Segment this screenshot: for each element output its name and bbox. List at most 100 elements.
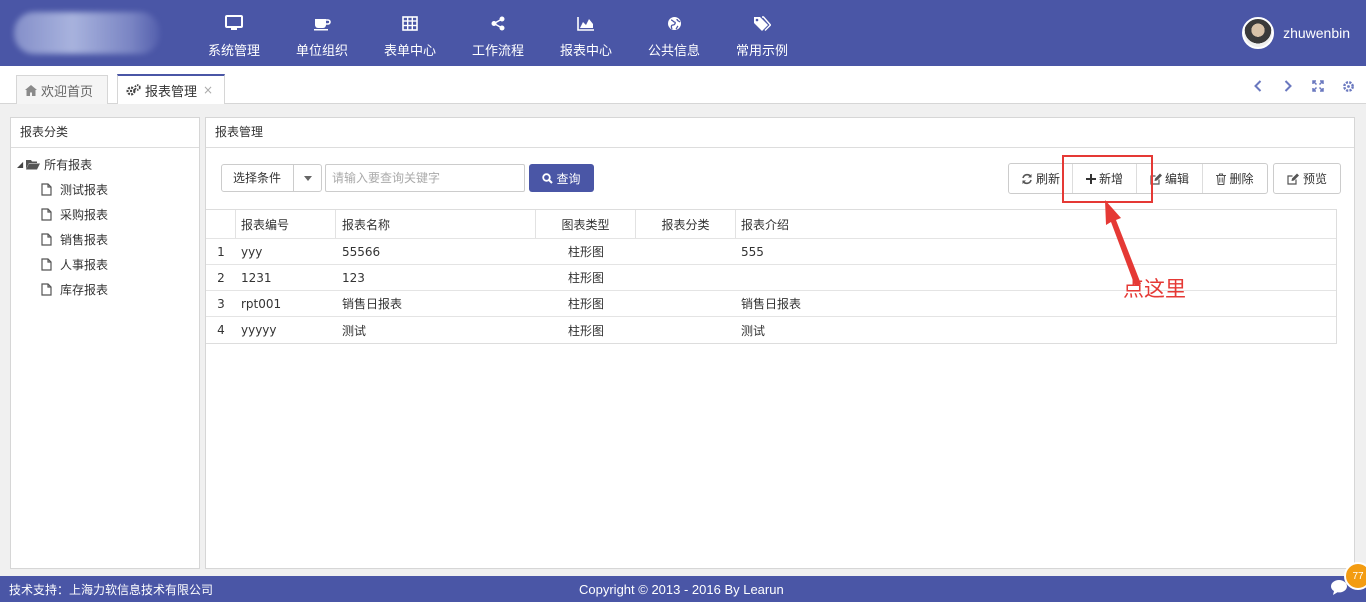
tree-item-label: 采购报表 (60, 208, 109, 222)
caret-down-icon[interactable] (294, 175, 321, 181)
table-row[interactable]: 4 yyyyy 测试 柱形图 测试 (206, 317, 1336, 343)
tree-item-purchase-report[interactable]: 采购报表 (11, 202, 199, 227)
report-category (636, 239, 736, 264)
annotation-text: 点这里 (1123, 277, 1186, 301)
tab-report-management[interactable]: 报表管理 × (117, 74, 225, 104)
column-header[interactable]: 报表介绍 (736, 210, 1336, 238)
row-number: 1 (217, 244, 225, 259)
copyright-text: Copyright © 2013 - 2016 By Learun (579, 581, 784, 597)
tree-item-test-report[interactable]: 测试报表 (11, 177, 199, 202)
report-category (636, 317, 736, 343)
column-header[interactable]: 报表编号 (236, 210, 336, 238)
tab-tools (1250, 78, 1356, 94)
report-name: 123 (342, 270, 365, 285)
report-intro: 555 (741, 244, 764, 259)
refresh-icon (1021, 173, 1033, 185)
support-text: 技术支持：上海力软信息技术有限公司 (9, 582, 214, 597)
panel-title: 报表分类 (11, 118, 199, 148)
nav-item-forms[interactable]: 表单中心 (366, 0, 454, 66)
main-nav: 系统管理 单位组织 表单中心 工作流程 报表中心 公共信息 常用示例 (190, 0, 806, 66)
column-header[interactable]: 报表分类 (636, 210, 736, 238)
edit-icon (1287, 173, 1299, 185)
notification-badge[interactable]: 77 (1344, 562, 1366, 590)
report-code: rpt001 (241, 296, 282, 311)
category-panel: 报表分类 ◢ 所有报表 测试报表 采购报表 销售报表 人事报表 库存报表 (10, 117, 200, 569)
tab-welcome[interactable]: 欢迎首页 (16, 75, 108, 104)
user-menu[interactable]: zhuwenbin (1242, 17, 1350, 49)
table-row[interactable]: 1 yyy 55566 柱形图 555 (206, 239, 1336, 265)
logo[interactable] (14, 12, 160, 54)
trash-icon (1216, 172, 1227, 185)
nav-item-label: 系统管理 (207, 44, 260, 59)
tree-item-inventory-report[interactable]: 库存报表 (11, 277, 199, 302)
area-chart-icon (577, 14, 595, 32)
file-icon (41, 183, 52, 196)
tree-item-label: 库存报表 (60, 283, 109, 297)
globe-icon (667, 14, 682, 32)
close-icon[interactable]: × (203, 83, 213, 97)
avatar[interactable] (1242, 17, 1275, 49)
preview-button[interactable]: 预览 (1273, 163, 1341, 194)
tree-item-label: 人事报表 (60, 258, 109, 272)
report-category (636, 291, 736, 316)
report-management-panel: 报表管理 选择条件 查询 刷新 (205, 117, 1355, 569)
plus-icon (1085, 173, 1096, 184)
chart-type: 柱形图 (567, 245, 604, 259)
fullscreen-icon[interactable] (1310, 78, 1326, 94)
gear-icon[interactable] (1340, 78, 1356, 94)
tree-item-hr-report[interactable]: 人事报表 (11, 252, 199, 277)
search-icon (542, 172, 554, 184)
nav-item-reports[interactable]: 报表中心 (542, 0, 630, 66)
report-code: yyy (241, 244, 263, 259)
chevron-right-icon[interactable] (1280, 78, 1296, 94)
chevron-left-icon[interactable] (1250, 78, 1266, 94)
refresh-button[interactable]: 刷新 (1009, 164, 1073, 193)
toolbar: 选择条件 查询 刷新 新增 (206, 148, 1354, 208)
tab-label: 欢迎首页 (41, 84, 94, 100)
row-number: 4 (217, 323, 225, 337)
nav-item-public-info[interactable]: 公共信息 (630, 0, 718, 66)
nav-item-label: 公共信息 (647, 44, 700, 59)
edit-button[interactable]: 编辑 (1137, 164, 1203, 193)
nav-item-workflow[interactable]: 工作流程 (454, 0, 542, 66)
nav-item-label: 工作流程 (471, 44, 524, 59)
condition-select-label: 选择条件 (222, 165, 294, 191)
search-input[interactable] (325, 164, 525, 192)
condition-select[interactable]: 选择条件 (221, 164, 322, 192)
query-button[interactable]: 查询 (529, 164, 594, 192)
panel-title: 报表管理 (206, 118, 1354, 148)
file-icon (41, 208, 52, 221)
row-number-header (206, 210, 236, 238)
row-number: 2 (217, 270, 225, 285)
report-intro: 销售日报表 (741, 297, 802, 311)
chart-type: 柱形图 (567, 271, 604, 285)
chart-type: 柱形图 (567, 323, 604, 338)
report-name: 销售日报表 (342, 297, 403, 311)
delete-button[interactable]: 删除 (1203, 164, 1267, 193)
nav-item-examples[interactable]: 常用示例 (718, 0, 806, 66)
delete-label: 删除 (1229, 172, 1254, 186)
nav-item-system[interactable]: 系统管理 (190, 0, 278, 66)
preview-label: 预览 (1302, 172, 1327, 186)
table-header: 报表编号 报表名称 图表类型 报表分类 报表介绍 (206, 210, 1336, 239)
action-button-group: 刷新 新增 编辑 删除 (1008, 163, 1268, 194)
row-number: 3 (217, 296, 225, 311)
nav-item-label: 常用示例 (735, 44, 788, 59)
nav-item-organization[interactable]: 单位组织 (278, 0, 366, 66)
column-header[interactable]: 报表名称 (336, 210, 536, 238)
report-name: 测试 (342, 323, 367, 338)
tags-icon (753, 14, 771, 32)
add-label: 新增 (1098, 172, 1123, 186)
add-button[interactable]: 新增 (1073, 164, 1137, 193)
home-icon (25, 84, 37, 96)
share-icon (491, 14, 505, 32)
tree-root[interactable]: ◢ 所有报表 (11, 152, 199, 177)
top-navbar: 系统管理 单位组织 表单中心 工作流程 报表中心 公共信息 常用示例 zhuwe… (0, 0, 1366, 66)
report-category (636, 265, 736, 290)
chart-type: 柱形图 (567, 297, 604, 311)
column-header[interactable]: 图表类型 (536, 210, 636, 238)
coffee-icon (313, 14, 331, 32)
tree-item-label: 测试报表 (60, 183, 109, 197)
tree-item-sales-report[interactable]: 销售报表 (11, 227, 199, 252)
expand-triangle-icon[interactable]: ◢ (17, 160, 23, 169)
